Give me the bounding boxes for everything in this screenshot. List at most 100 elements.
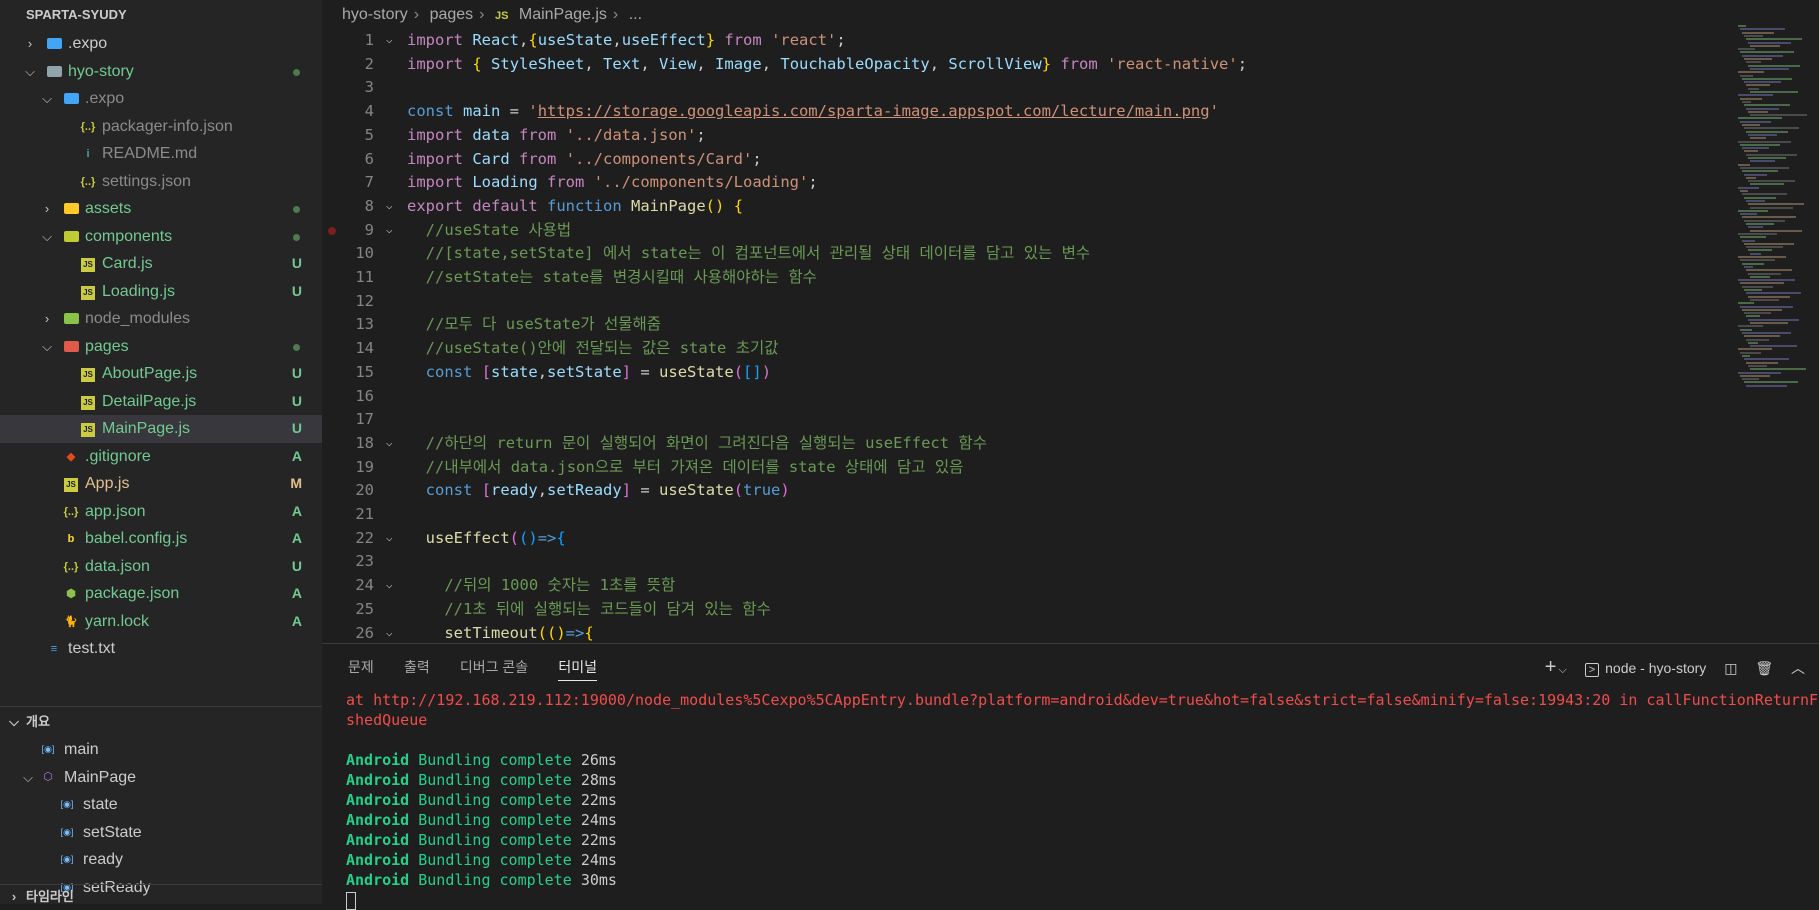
breadcrumb-folder[interactable]: pages xyxy=(430,6,474,23)
explorer-title[interactable]: SPARTA-SYUDY xyxy=(0,0,322,30)
code-line[interactable]: 1 ⌵ import React,{useState,useEffect} from… xyxy=(322,28,1722,52)
folder-item[interactable]: › node_modules xyxy=(0,305,322,333)
tree-item-label: settings.json xyxy=(102,172,191,190)
minimap-line xyxy=(1742,285,1773,288)
breadcrumb-symbol[interactable]: ... xyxy=(629,6,642,23)
json-icon: {..} xyxy=(63,560,79,573)
folder-item[interactable]: ⌵ components xyxy=(0,223,322,251)
code-line[interactable]: 21 xyxy=(322,502,1722,526)
code-line[interactable]: 22 ⌵ useEffect(()=>{ xyxy=(322,526,1722,550)
file-item[interactable]: JS Card.js U xyxy=(0,250,322,278)
chevron-down-icon[interactable]: ⌵ xyxy=(1558,664,1566,676)
file-item[interactable]: i README.md xyxy=(0,140,322,168)
fold-chevron-icon[interactable]: ⌵ xyxy=(386,431,402,455)
file-item[interactable]: JS Loading.js U xyxy=(0,278,322,306)
js-icon: JS xyxy=(80,421,96,437)
tab-problems[interactable]: 문제 xyxy=(348,654,374,680)
code-line[interactable]: 4 const main = 'https://storage.googleapi… xyxy=(322,99,1722,123)
minimap-line xyxy=(1742,193,1787,196)
code-line[interactable]: 7 import Loading from '../components/Load… xyxy=(322,170,1722,194)
file-item[interactable]: {..} packager-info.json xyxy=(0,113,322,141)
outline-item[interactable]: [◉] state xyxy=(0,791,322,819)
folder-item[interactable]: ⌵ .expo xyxy=(0,85,322,113)
code-line[interactable]: 23 xyxy=(322,549,1722,573)
file-item[interactable]: JS MainPage.js U xyxy=(0,415,322,443)
code-line[interactable]: 24 ⌵ //뒤의 1000 숫자는 1초를 뜻함 xyxy=(322,573,1722,597)
file-item[interactable]: ≡ test.txt xyxy=(0,635,322,663)
terminal-prompt[interactable] xyxy=(346,890,1816,910)
outline-item[interactable]: ⌵ ⬡ MainPage xyxy=(0,764,322,792)
code-line[interactable]: 15 const [state,setState] = useState([]) xyxy=(322,360,1722,384)
line-number: 9 xyxy=(364,220,374,239)
file-item[interactable]: JS App.js M xyxy=(0,470,322,498)
bundle-time: 26ms xyxy=(580,751,617,769)
file-item[interactable]: {..} app.json A xyxy=(0,498,322,526)
outline-item-label: MainPage xyxy=(64,768,137,786)
code-line[interactable]: 8 ⌵ export default function MainPage() { xyxy=(322,194,1722,218)
new-terminal-icon[interactable]: + xyxy=(1545,656,1557,678)
chevron-up-icon[interactable]: ︿ xyxy=(1791,660,1805,676)
minimap-line xyxy=(1742,331,1791,334)
code-line[interactable]: 16 xyxy=(322,384,1722,408)
minimap-line xyxy=(1738,256,1786,258)
code-line[interactable]: 2 import { StyleSheet, Text, View, Image,… xyxy=(322,52,1722,76)
outline-item[interactable]: [◉] main xyxy=(0,736,322,764)
trash-icon[interactable]: 🗑 xyxy=(1755,660,1773,676)
code-line[interactable]: 10 //[state,setState] 에서 state는 이 컴포넌트에서… xyxy=(322,241,1722,265)
file-item[interactable]: b babel.config.js A xyxy=(0,525,322,553)
minimap[interactable] xyxy=(1734,25,1819,395)
tree-item-label: hyo-story xyxy=(68,62,134,80)
code-line[interactable]: 9 ⌵ //useState 사용법 xyxy=(322,218,1722,242)
terminal-output[interactable]: at http://192.168.219.112:19000/node_mod… xyxy=(346,690,1819,910)
tab-output[interactable]: 출력 xyxy=(404,654,430,680)
fold-chevron-icon[interactable]: ⌵ xyxy=(386,28,402,52)
file-item[interactable]: JS AboutPage.js U xyxy=(0,360,322,388)
code-line[interactable]: 12 xyxy=(322,289,1722,313)
fold-chevron-icon[interactable]: ⌵ xyxy=(386,194,402,218)
breadcrumb-folder[interactable]: hyo-story xyxy=(342,6,408,23)
folder-item[interactable]: › .expo xyxy=(0,30,322,58)
code-line[interactable]: 14 //useState()안에 전달되는 값은 state 초기값 xyxy=(322,336,1722,360)
folder-item[interactable]: ⌵ hyo-story xyxy=(0,58,322,86)
tab-terminal[interactable]: 터미널 xyxy=(558,654,597,681)
fold-chevron-icon[interactable]: ⌵ xyxy=(386,573,402,597)
breadcrumb-file[interactable]: MainPage.js xyxy=(519,6,607,23)
code-line[interactable]: 18 ⌵ //하단의 return 문이 실행되어 화면이 그려진다음 실행되는 … xyxy=(322,431,1722,455)
code-line[interactable]: 20 const [ready,setReady] = useState(tru… xyxy=(322,478,1722,502)
outline-header[interactable]: ⌵ 개요 xyxy=(0,706,322,736)
fold-chevron-icon[interactable]: ⌵ xyxy=(386,526,402,550)
code-line[interactable]: 13 //모두 다 useState가 선물해줌 xyxy=(322,312,1722,336)
split-terminal-icon[interactable]: ◫ xyxy=(1724,660,1737,676)
file-item[interactable]: JS DetailPage.js U xyxy=(0,388,322,416)
code-line[interactable]: 19 //내부에서 data.json으로 부터 가져온 데이터를 state … xyxy=(322,455,1722,479)
code-line[interactable]: 26 ⌵ setTimeout(()=>{ xyxy=(322,621,1722,644)
pages-folder-icon xyxy=(63,339,79,355)
fold-chevron-icon[interactable]: ⌵ xyxy=(386,621,402,644)
code-line[interactable]: 3 xyxy=(322,75,1722,99)
code-line[interactable]: 6 import Card from '../components/Card'; xyxy=(322,147,1722,171)
file-item[interactable]: {..} data.json U xyxy=(0,553,322,581)
folder-item[interactable]: ⌵ pages xyxy=(0,333,322,361)
timeline-header[interactable]: › 타임라인 xyxy=(0,884,322,904)
nodejs-icon: ⬢ xyxy=(66,588,76,600)
code-line[interactable]: 5 import data from '../data.json'; xyxy=(322,123,1722,147)
tree-item-label: components xyxy=(85,227,173,245)
outline-item[interactable]: [◉] ready xyxy=(0,846,322,874)
code-line[interactable]: 11 //setState는 state를 변경시킬때 사용해야하는 함수 xyxy=(322,265,1722,289)
minimap-line xyxy=(1748,180,1795,183)
file-item[interactable]: ◆ .gitignore A xyxy=(0,443,322,471)
minimap-line xyxy=(1744,381,1798,384)
folder-item[interactable]: › assets xyxy=(0,195,322,223)
code-text: //뒤의 1000 숫자는 1초를 뜻함 xyxy=(444,576,676,595)
file-item[interactable]: {..} settings.json xyxy=(0,168,322,196)
outline-item[interactable]: [◉] setState xyxy=(0,819,322,847)
tab-debug-console[interactable]: 디버그 콘솔 xyxy=(460,654,528,680)
code-line[interactable]: 17 xyxy=(322,407,1722,431)
code-line[interactable]: 25 //1초 뒤에 실행되는 코드들이 담겨 있는 함수 xyxy=(322,597,1722,621)
terminal-name[interactable]: node - hyo-story xyxy=(1605,660,1706,676)
fold-chevron-icon[interactable]: ⌵ xyxy=(386,218,402,242)
file-item[interactable]: ⬢ package.json A xyxy=(0,580,322,608)
file-item[interactable]: 🐈 yarn.lock A xyxy=(0,608,322,636)
minimap-line xyxy=(1748,226,1763,229)
minimap-line xyxy=(1748,249,1772,252)
